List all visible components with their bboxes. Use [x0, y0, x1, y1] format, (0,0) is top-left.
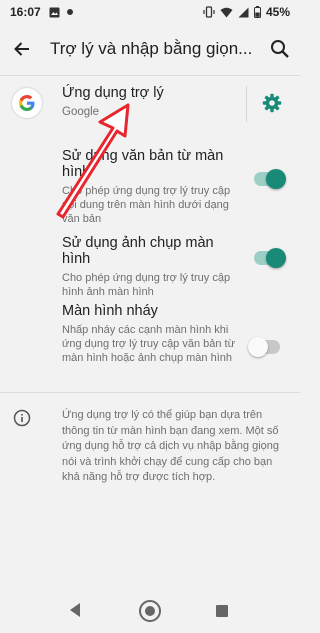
page-title: Trợ lý và nhập bằng giọn...: [50, 39, 253, 58]
navigation-bar: [0, 590, 300, 633]
footer-info-text: Ứng dụng trợ lý có thể giúp bạn dựa trên…: [62, 409, 280, 483]
screenshot-toggle[interactable]: [254, 248, 286, 268]
setting-row-screenshot[interactable]: Sử dụng ảnh chụp màn hình Cho phép ứng d…: [0, 228, 300, 298]
status-time: 16:07: [10, 5, 41, 19]
assistant-app-value: Google: [62, 106, 100, 118]
home-icon: [145, 606, 155, 616]
vertical-divider: [246, 86, 247, 122]
flash-screen-toggle[interactable]: [248, 337, 280, 357]
battery-icon: [253, 6, 261, 18]
gallery-icon: [49, 7, 60, 17]
setting-title: Sử dụng văn bản từ màn hình: [62, 148, 224, 180]
nav-back-icon[interactable]: [68, 602, 82, 618]
toggle-knob: [266, 169, 286, 189]
search-icon: [271, 40, 289, 58]
toggle-knob: [266, 248, 286, 268]
gear-icon: [262, 93, 282, 113]
setting-subtitle: Cho phép ứng dụng trợ lý truy cập nội du…: [62, 185, 231, 225]
battery-percent: 45%: [265, 5, 290, 19]
app-bar: Trợ lý và nhập bằng giọn...: [0, 24, 300, 74]
setting-subtitle: Cho phép ứng dụng trợ lý truy cập hình ả…: [62, 272, 231, 298]
wifi-icon: [220, 7, 233, 17]
assistant-settings-button[interactable]: [262, 93, 282, 113]
arrow-back-icon: [14, 42, 29, 56]
setting-title: Màn hình nháy: [62, 303, 158, 319]
setting-title: Sử dụng ảnh chụp màn hình: [62, 235, 214, 267]
setting-row-flash-screen[interactable]: Màn hình nháy Nhấp nháy các cạnh màn hìn…: [0, 296, 300, 386]
info-icon: [13, 409, 31, 427]
search-button[interactable]: [268, 37, 292, 61]
notification-dot-icon: [66, 9, 73, 15]
divider: [0, 392, 300, 393]
signal-icon: [238, 7, 249, 17]
nav-recents-icon[interactable]: [216, 605, 228, 617]
setting-subtitle: Nhấp nháy các cạnh màn hình khi ứng dụng…: [62, 324, 235, 364]
status-bar: 16:07 45%: [0, 0, 300, 24]
google-logo-icon: [12, 88, 42, 118]
toggle-knob: [248, 337, 268, 357]
assistant-app-row[interactable]: Ứng dụng trợ lý Google: [0, 76, 300, 132]
screen-text-toggle[interactable]: [254, 169, 286, 189]
vibrate-icon: [203, 6, 215, 18]
assistant-app-title: Ứng dụng trợ lý: [62, 85, 164, 101]
setting-row-screen-text[interactable]: Sử dụng văn bản từ màn hình Cho phép ứng…: [0, 142, 300, 225]
back-button[interactable]: [0, 24, 44, 74]
nav-home-button[interactable]: [139, 600, 161, 622]
